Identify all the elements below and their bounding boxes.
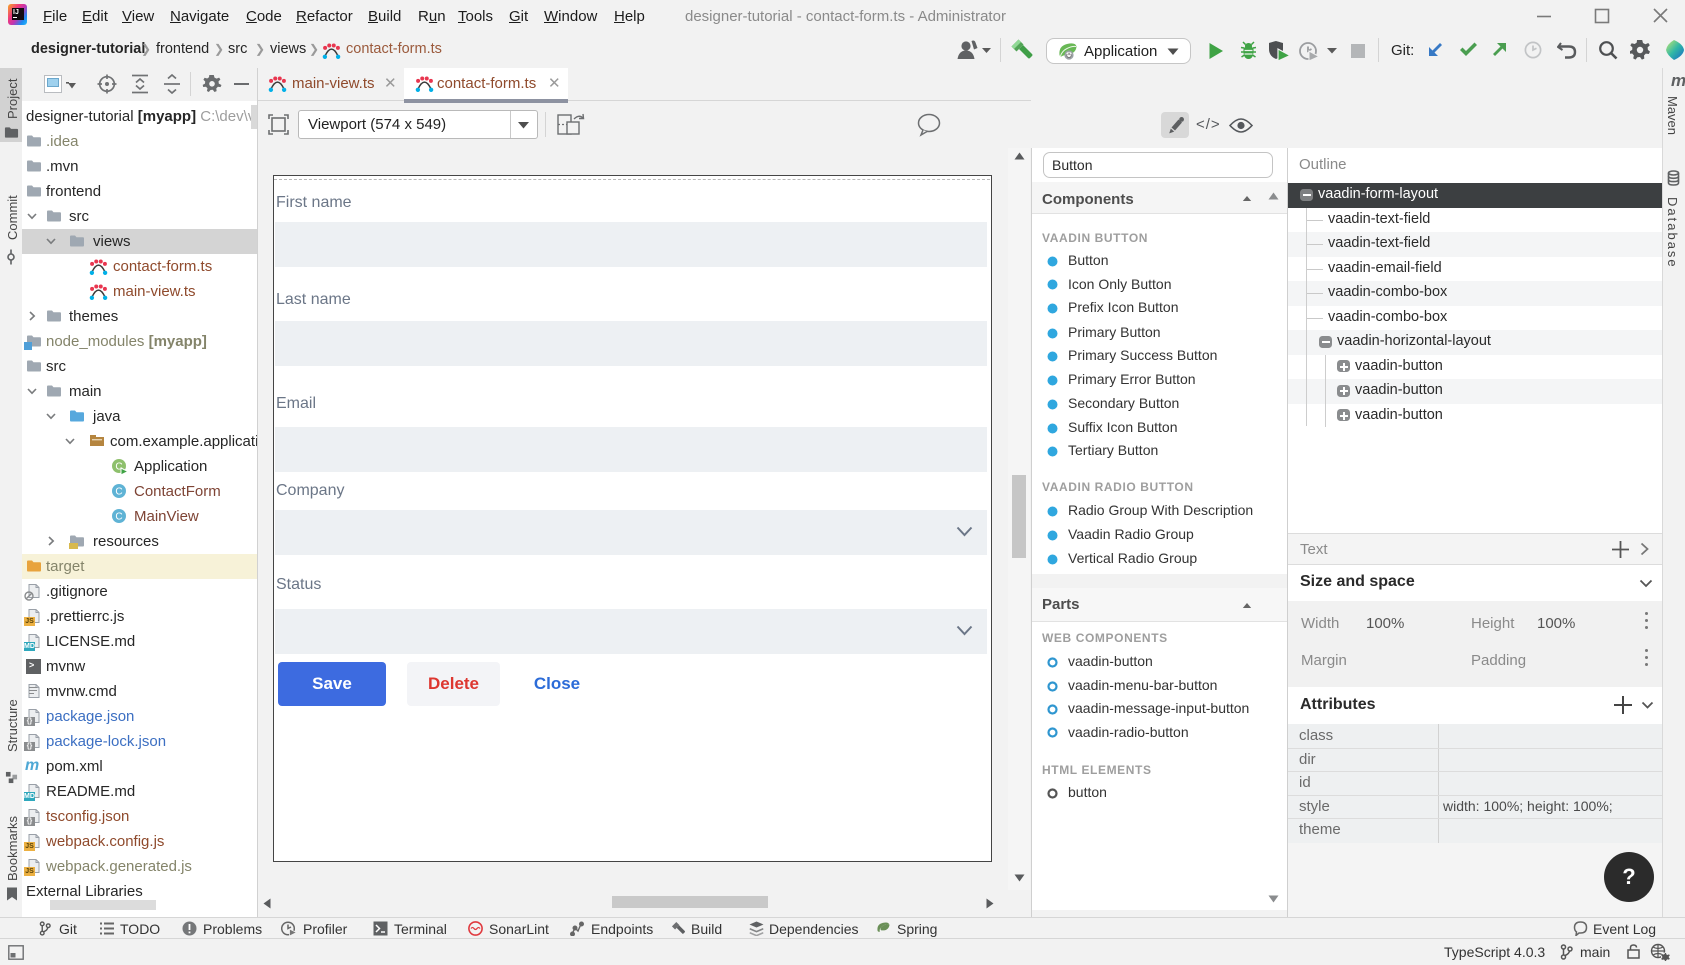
svg-text:C: C [115,511,122,522]
svg-text:C: C [115,486,122,497]
